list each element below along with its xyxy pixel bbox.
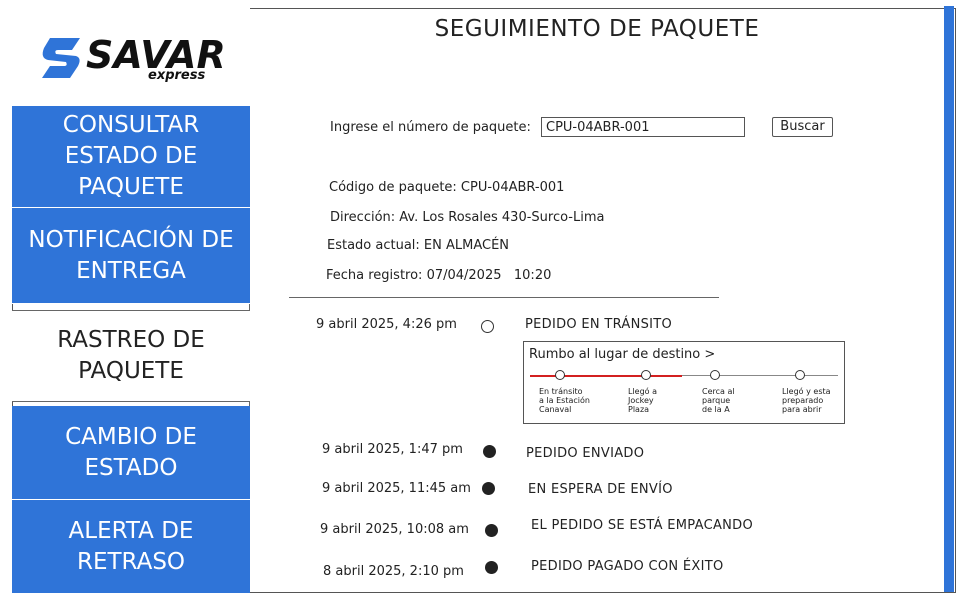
route-stop-icon	[641, 370, 651, 380]
route-stop-label: Cerca al parque de la A	[702, 387, 735, 414]
route-progress-bar	[530, 375, 682, 377]
timeline-dot-icon	[485, 561, 498, 574]
sidebar-item-consultar-estado[interactable]: CONSULTAR ESTADO DE PAQUETE	[12, 106, 250, 208]
brand-tagline: express	[148, 68, 205, 83]
timeline-dot-icon	[482, 482, 495, 495]
timeline-current-dot-icon	[481, 320, 494, 333]
sidebar-item-label: NOTIFICACIÓN DE ENTREGA	[28, 226, 234, 284]
route-progress-card: Rumbo al lugar de destino > En tránsito a…	[523, 341, 845, 424]
package-registration-date: Fecha registro: 07/04/2025 10:20	[326, 268, 552, 283]
scrollbar[interactable]	[944, 6, 954, 592]
sidebar-item-alerta-retraso[interactable]: ALERTA DE RETRASO	[12, 500, 250, 593]
route-stop-icon	[795, 370, 805, 380]
route-remaining-line	[682, 375, 838, 376]
package-number-input[interactable]	[541, 117, 745, 137]
savar-logo-icon: SAVAR express	[42, 33, 226, 83]
brand-logo: SAVAR express	[12, 8, 250, 107]
timeline-time: 9 abril 2025, 1:47 pm	[322, 442, 463, 457]
sidebar-item-label: CAMBIO DE ESTADO	[65, 423, 197, 481]
timeline-time: 9 abril 2025, 10:08 am	[320, 522, 469, 537]
package-status: Estado actual: EN ALMACÉN	[327, 238, 510, 253]
sidebar-item-label: RASTREO DE PAQUETE	[57, 327, 205, 384]
sidebar-item-rastreo-paquete[interactable]: RASTREO DE PAQUETE	[12, 310, 250, 402]
route-stop-icon	[710, 370, 720, 380]
search-label: Ingrese el número de paquete:	[330, 120, 531, 135]
sidebar-item-label: ALERTA DE RETRASO	[68, 517, 194, 575]
page-title: SEGUIMIENTO DE PAQUETE	[434, 16, 760, 42]
divider	[289, 297, 719, 298]
package-address: Dirección: Av. Los Rosales 430-Surco-Lim…	[330, 210, 605, 225]
sidebar-item-notificacion-entrega[interactable]: NOTIFICACIÓN DE ENTREGA	[12, 208, 250, 304]
timeline-event: PEDIDO PAGADO CON ÉXITO	[531, 559, 724, 574]
sidebar-item-label: CONSULTAR ESTADO DE PAQUETE	[62, 112, 200, 200]
route-stop-label: En tránsito a la Estación Canaval	[539, 387, 590, 414]
timeline-time: 8 abril 2025, 2:10 pm	[323, 564, 464, 579]
route-title: Rumbo al lugar de destino >	[529, 347, 716, 362]
timeline-event: PEDIDO ENVIADO	[526, 446, 645, 461]
search-button[interactable]: Buscar	[772, 117, 833, 137]
sidebar: SAVAR express CONSULTAR ESTADO DE PAQUET…	[12, 8, 250, 593]
timeline-event: EN ESPERA DE ENVÍO	[528, 482, 673, 497]
route-stop-icon	[555, 370, 565, 380]
timeline-time: 9 abril 2025, 11:45 am	[322, 481, 471, 496]
timeline-dot-icon	[485, 524, 498, 537]
timeline-time: 9 abril 2025, 4:26 pm	[316, 317, 457, 332]
timeline-event: EL PEDIDO SE ESTÁ EMPACANDO	[531, 518, 754, 533]
package-code: Código de paquete: CPU-04ABR-001	[329, 180, 565, 195]
timeline-dot-icon	[483, 445, 496, 458]
timeline-event: PEDIDO EN TRÁNSITO	[525, 317, 673, 332]
route-stop-label: Llegó a Jockey Plaza	[628, 387, 658, 414]
sidebar-item-cambio-estado[interactable]: CAMBIO DE ESTADO	[12, 406, 250, 500]
route-stop-label: Llegó y esta preparado para abrir	[782, 387, 831, 414]
